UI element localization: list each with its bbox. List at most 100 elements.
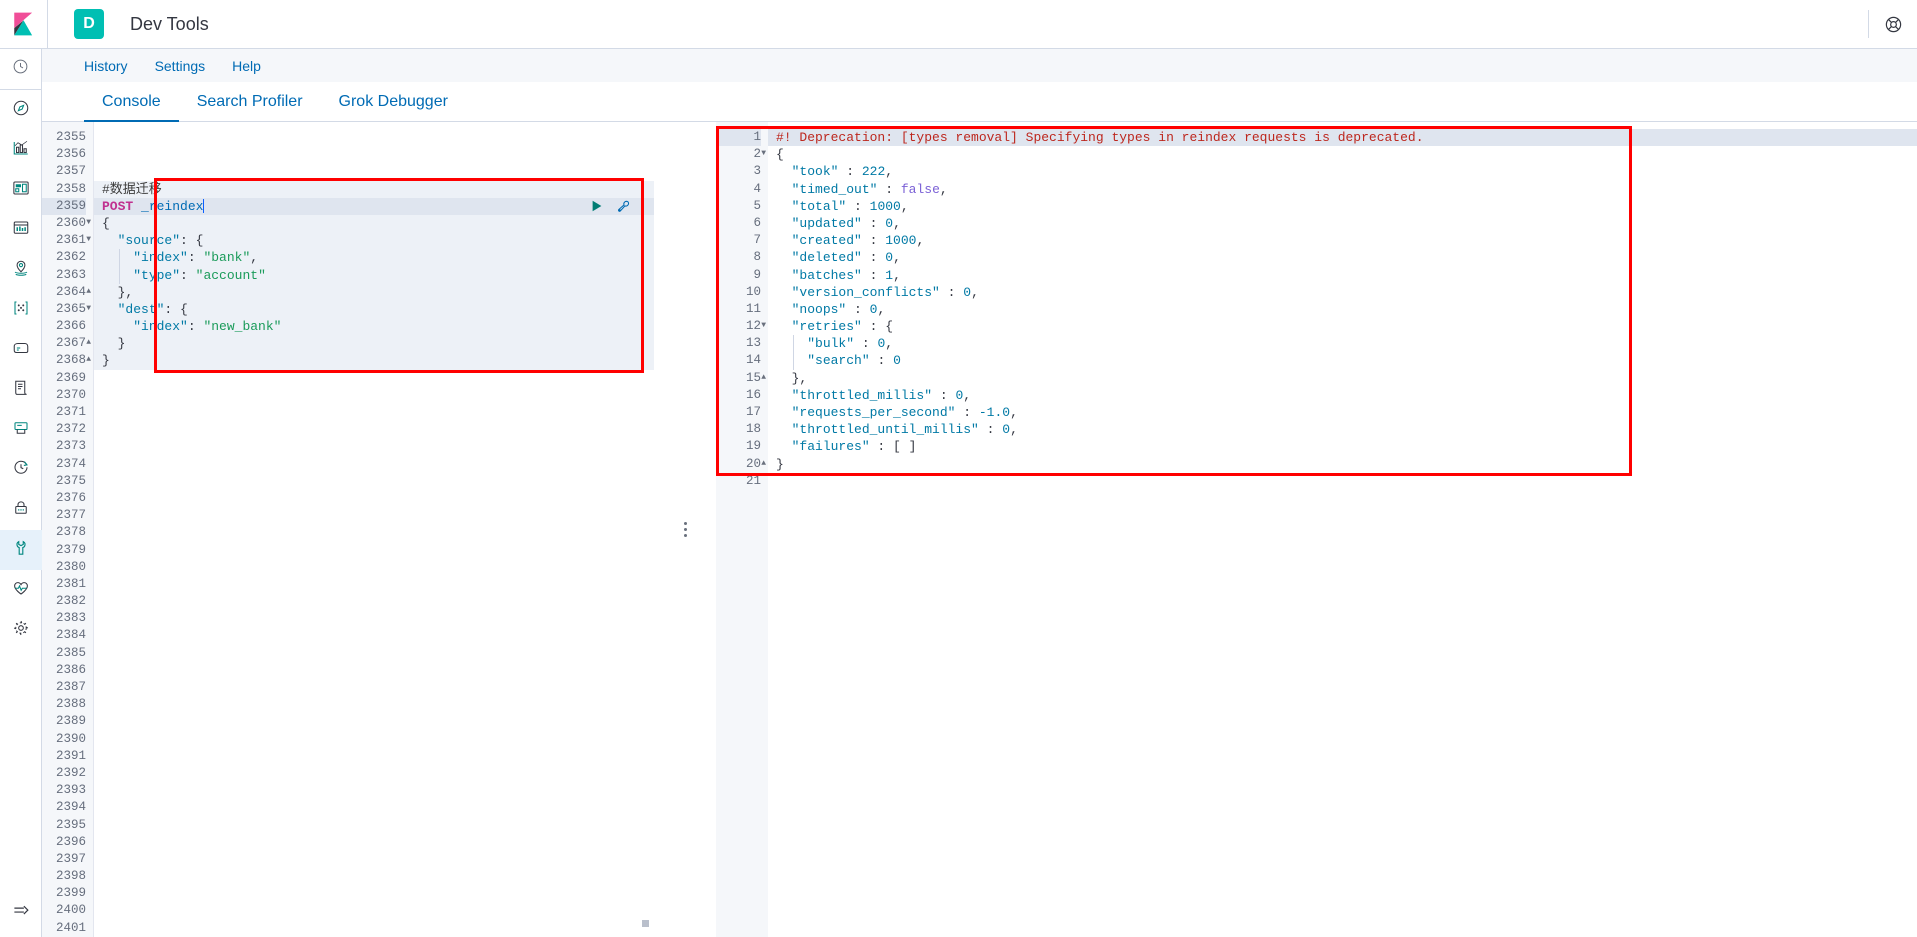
- code-line[interactable]: [94, 421, 654, 438]
- code-line[interactable]: "index": "bank",: [94, 249, 654, 266]
- code-line[interactable]: [94, 851, 654, 868]
- code-line[interactable]: }: [94, 352, 654, 369]
- code-line[interactable]: [94, 920, 654, 937]
- code-line[interactable]: "version_conflicts" : 0,: [768, 284, 1917, 301]
- code-line[interactable]: "retries" : {: [768, 318, 1917, 335]
- subnav-item-help[interactable]: Help: [232, 58, 261, 74]
- code-line[interactable]: "total" : 1000,: [768, 198, 1917, 215]
- code-line[interactable]: [94, 507, 654, 524]
- code-line[interactable]: "batches" : 1,: [768, 267, 1917, 284]
- code-line[interactable]: "requests_per_second" : -1.0,: [768, 404, 1917, 421]
- code-line[interactable]: {: [94, 215, 654, 232]
- code-line[interactable]: [94, 834, 654, 851]
- request-editor[interactable]: #数据迁移POST _reindex{ "source": { "index":…: [94, 122, 654, 937]
- code-line[interactable]: [94, 799, 654, 816]
- sidebar-item-management[interactable]: [0, 610, 42, 650]
- wrench-icon[interactable]: [616, 199, 631, 219]
- sidebar-item-visualize[interactable]: [0, 130, 42, 170]
- code-line[interactable]: [94, 490, 654, 507]
- sidebar-item-canvas[interactable]: [0, 210, 42, 250]
- code-line[interactable]: [768, 473, 1917, 490]
- code-line[interactable]: [94, 645, 654, 662]
- code-line[interactable]: [94, 404, 654, 421]
- code-line[interactable]: "index": "new_bank": [94, 318, 654, 335]
- editor-resize-nub[interactable]: [642, 920, 649, 927]
- code-line[interactable]: }: [94, 335, 654, 352]
- code-line[interactable]: [94, 765, 654, 782]
- code-line[interactable]: [94, 696, 654, 713]
- sidebar-item-dashboard[interactable]: [0, 170, 42, 210]
- code-line[interactable]: "search" : 0: [768, 352, 1917, 369]
- code-line[interactable]: [94, 868, 654, 885]
- code-line[interactable]: [94, 593, 654, 610]
- code-line[interactable]: [94, 542, 654, 559]
- tab-grok-debugger[interactable]: Grok Debugger: [321, 93, 466, 121]
- sidebar-item-security[interactable]: [0, 490, 42, 530]
- code-line[interactable]: [94, 473, 654, 490]
- code-line[interactable]: [94, 387, 654, 404]
- panel-divider[interactable]: [654, 122, 716, 937]
- code-line[interactable]: [94, 679, 654, 696]
- code-line[interactable]: [94, 817, 654, 834]
- code-line[interactable]: "created" : 1000,: [768, 232, 1917, 249]
- code-line[interactable]: [94, 524, 654, 541]
- code-line[interactable]: [94, 370, 654, 387]
- code-line[interactable]: [94, 731, 654, 748]
- sidebar-item-monitoring[interactable]: [0, 570, 42, 610]
- tab-search-profiler[interactable]: Search Profiler: [179, 93, 321, 121]
- code-line[interactable]: [94, 748, 654, 765]
- code-line[interactable]: "deleted" : 0,: [768, 249, 1917, 266]
- drag-handle-icon[interactable]: [684, 522, 687, 537]
- tab-console[interactable]: Console: [84, 93, 179, 121]
- code-line[interactable]: "source": {: [94, 232, 654, 249]
- code-line[interactable]: [94, 713, 654, 730]
- play-triangle-icon[interactable]: [590, 199, 604, 218]
- code-line[interactable]: [94, 438, 654, 455]
- code-line[interactable]: },: [94, 284, 654, 301]
- code-line[interactable]: "took" : 222,: [768, 163, 1917, 180]
- code-line[interactable]: [94, 163, 654, 180]
- response-output[interactable]: #! Deprecation: [types removal] Specifyi…: [768, 122, 1917, 937]
- code-line[interactable]: },: [768, 370, 1917, 387]
- code-line[interactable]: "updated" : 0,: [768, 215, 1917, 232]
- code-line[interactable]: [94, 885, 654, 902]
- code-line[interactable]: [94, 146, 654, 163]
- sidebar-item-infrastructure[interactable]: [0, 330, 42, 370]
- code-line[interactable]: [94, 576, 654, 593]
- subnav-item-history[interactable]: History: [84, 58, 128, 74]
- code-line[interactable]: [94, 456, 654, 473]
- code-line[interactable]: POST _reindex: [94, 198, 654, 215]
- help-lifebuoy-icon[interactable]: [1869, 0, 1917, 48]
- code-line[interactable]: [94, 129, 654, 146]
- kibana-logo-button[interactable]: [0, 0, 48, 48]
- code-line[interactable]: "timed_out" : false,: [768, 181, 1917, 198]
- code-line[interactable]: }: [768, 456, 1917, 473]
- code-line[interactable]: "throttled_until_millis" : 0,: [768, 421, 1917, 438]
- code-line[interactable]: "noops" : 0,: [768, 301, 1917, 318]
- code-line[interactable]: [94, 782, 654, 799]
- sidebar-item-uptime[interactable]: [0, 450, 42, 490]
- sidebar-item-maps[interactable]: [0, 250, 42, 290]
- code-line[interactable]: [94, 902, 654, 919]
- subnav-item-settings[interactable]: Settings: [155, 58, 206, 74]
- code-line[interactable]: {: [768, 146, 1917, 163]
- sidebar-item-recently-viewed[interactable]: [0, 49, 42, 89]
- code-line[interactable]: [94, 559, 654, 576]
- code-line[interactable]: [94, 662, 654, 679]
- main-content: History Settings Help Console Search Pro…: [42, 49, 1917, 937]
- code-line[interactable]: #数据迁移: [94, 181, 654, 198]
- code-line[interactable]: [94, 627, 654, 644]
- sidebar-item-apm[interactable]: [0, 410, 42, 450]
- collapse-nav-button[interactable]: [0, 893, 42, 933]
- sidebar-item-machine-learning[interactable]: [0, 290, 42, 330]
- code-line[interactable]: "throttled_millis" : 0,: [768, 387, 1917, 404]
- code-line[interactable]: "failures" : [ ]: [768, 438, 1917, 455]
- code-line[interactable]: "bulk" : 0,: [768, 335, 1917, 352]
- code-line[interactable]: "type": "account": [94, 267, 654, 284]
- code-line[interactable]: [94, 610, 654, 627]
- sidebar-item-dev-tools[interactable]: [0, 530, 42, 570]
- code-line[interactable]: #! Deprecation: [types removal] Specifyi…: [768, 129, 1917, 146]
- sidebar-item-logs[interactable]: [0, 370, 42, 410]
- sidebar-item-discover[interactable]: [0, 90, 42, 130]
- code-line[interactable]: "dest": {: [94, 301, 654, 318]
